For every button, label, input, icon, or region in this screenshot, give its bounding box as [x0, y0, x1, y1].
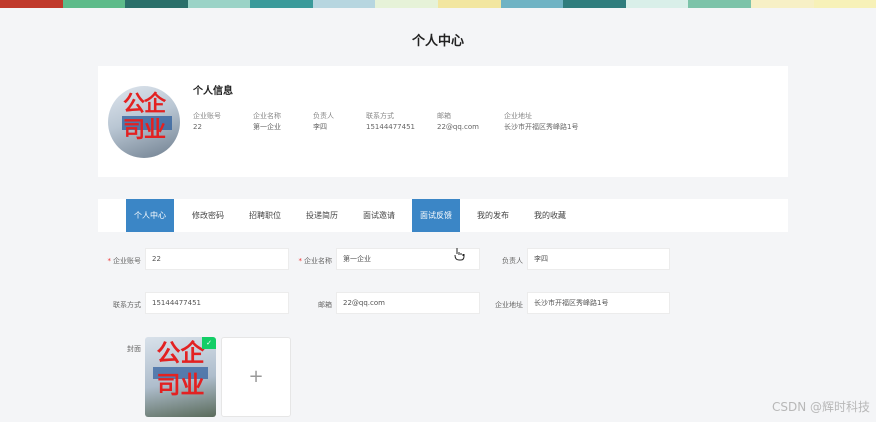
- manager-input[interactable]: 李四: [527, 248, 670, 270]
- tab-interview-invitations[interactable]: 面试邀请: [355, 199, 403, 232]
- banner-segment: [688, 0, 751, 8]
- profile-field-phone: 联系方式 15144477451: [366, 111, 415, 133]
- address-input[interactable]: 长沙市开福区秀峰路1号: [527, 292, 670, 314]
- profile-field-label: 企业账号: [193, 112, 221, 120]
- banner-segment: [375, 0, 439, 8]
- banner-segment: [500, 0, 564, 8]
- profile-card: 公企 司业 个人信息 企业账号 22 企业名称 第一企业 负责人 李四 联系方式…: [98, 66, 788, 177]
- top-banner-image: [0, 0, 876, 8]
- profile-field-email: 邮箱 22@qq.com: [437, 111, 479, 133]
- banner-segment: [312, 0, 376, 8]
- profile-field-label: 企业地址: [504, 112, 532, 120]
- manager-label: 负责人: [502, 257, 523, 265]
- tab-interview-feedback[interactable]: 面试反馈: [412, 199, 460, 232]
- required-mark: *: [107, 257, 112, 265]
- tab-job-postings[interactable]: 招聘职位: [241, 199, 289, 232]
- name-label: * 企业名称: [290, 256, 333, 266]
- profile-field-value: 15144477451: [366, 123, 415, 131]
- upload-plus-button[interactable]: +: [221, 337, 291, 417]
- profile-field-value: 22@qq.com: [437, 123, 479, 131]
- profile-field-manager: 负责人 李四: [313, 111, 334, 133]
- account-input[interactable]: 22: [145, 248, 289, 270]
- account-label: * 企业账号: [98, 256, 142, 266]
- banner-segment: [125, 0, 188, 8]
- profile-field-label: 负责人: [313, 112, 334, 120]
- profile-field-name: 企业名称 第一企业: [253, 111, 281, 133]
- tab-my-posts[interactable]: 我的发布: [469, 199, 517, 232]
- name-label-text: 企业名称: [304, 257, 332, 265]
- tab-change-password[interactable]: 修改密码: [184, 199, 232, 232]
- avatar: 公企 司业: [108, 86, 180, 158]
- phone-input[interactable]: 15144477451: [145, 292, 289, 314]
- banner-segment: [750, 0, 814, 8]
- tab-submitted-resumes[interactable]: 投递简历: [298, 199, 346, 232]
- avatar-sign-line1: 公企: [122, 92, 166, 117]
- cover-label: 封面: [127, 345, 141, 353]
- banner-segment: [438, 0, 501, 8]
- phone-label: 联系方式: [113, 301, 141, 309]
- banner-segment: [625, 0, 689, 8]
- profile-field-label: 邮箱: [437, 112, 451, 120]
- check-icon: ✓: [202, 337, 216, 349]
- tab-my-favorites[interactable]: 我的收藏: [526, 199, 574, 232]
- cover-image-thumbnail[interactable]: 公企 司业 ✓: [145, 337, 216, 417]
- banner-segment: [187, 0, 251, 8]
- email-input[interactable]: 22@qq.com: [336, 292, 480, 314]
- profile-field-value: 长沙市开福区秀峰路1号: [504, 123, 579, 131]
- tab-bar: 个人中心 修改密码 招聘职位 投递简历 面试邀请 面试反馈 我的发布 我的收藏: [98, 199, 788, 232]
- banner-segment: [813, 0, 876, 8]
- watermark: CSDN @辉时科技: [771, 400, 870, 414]
- account-label-text: 企业账号: [113, 257, 141, 265]
- banner-segment: [62, 0, 126, 8]
- cover-sign-line2: 司业: [156, 371, 205, 399]
- avatar-sign-line2: 司业: [122, 118, 166, 143]
- banner-segment: [250, 0, 313, 8]
- tab-personal-center[interactable]: 个人中心: [126, 199, 174, 232]
- profile-field-value: 李四: [313, 123, 327, 131]
- address-label: 企业地址: [495, 301, 523, 309]
- profile-field-account: 企业账号 22: [193, 111, 221, 133]
- profile-field-address: 企业地址 长沙市开福区秀峰路1号: [504, 111, 578, 133]
- hand-cursor-icon: [454, 248, 465, 261]
- email-label: 邮箱: [318, 301, 332, 309]
- profile-field-value: 第一企业: [253, 123, 281, 131]
- profile-field-label: 联系方式: [366, 112, 394, 120]
- profile-field-value: 22: [193, 123, 202, 131]
- banner-segment: [563, 0, 626, 8]
- required-mark: *: [298, 257, 303, 265]
- profile-field-label: 企业名称: [253, 112, 281, 120]
- banner-segment: [0, 0, 63, 8]
- profile-section-title: 个人信息: [193, 86, 233, 97]
- page-title: 个人中心: [411, 34, 464, 49]
